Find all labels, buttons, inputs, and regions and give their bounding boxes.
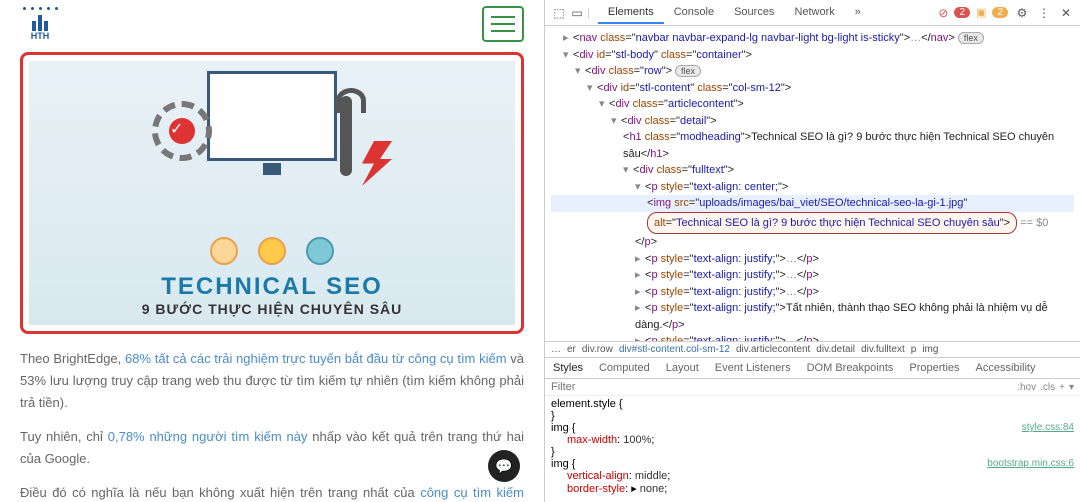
tab-listeners[interactable]: Event Listeners (707, 358, 799, 378)
hero-subtitle: 9 BƯỚC THỰC HIỆN CHUYÊN SÂU (142, 301, 403, 317)
breadcrumb[interactable]: … er div.row div#stl-content.col-sm-12 d… (545, 341, 1080, 357)
chat-button[interactable]: 💬 (488, 450, 520, 482)
tab-layout[interactable]: Layout (658, 358, 707, 378)
logo-text: HTH (31, 31, 50, 41)
tab-accessibility[interactable]: Accessibility (968, 358, 1044, 378)
tab-elements[interactable]: Elements (598, 2, 664, 24)
inspect-icon[interactable]: ⬚ (551, 5, 567, 21)
more-icon[interactable]: ⋮ (1036, 5, 1052, 21)
tab-sources[interactable]: Sources (724, 2, 784, 24)
tab-computed[interactable]: Computed (591, 358, 658, 378)
gear-icon[interactable]: ⚙ (1014, 5, 1030, 21)
tab-network[interactable]: Network (784, 2, 844, 24)
tab-more[interactable]: » (845, 2, 871, 24)
link-brightedge[interactable]: 68% tất cả các trải nghiệm trực tuyến bắ… (125, 351, 507, 366)
error-count[interactable]: 2 (954, 7, 970, 18)
logo[interactable]: HTH (20, 7, 60, 41)
tab-properties[interactable]: Properties (901, 358, 967, 378)
cls-toggle[interactable]: .cls (1040, 382, 1055, 393)
site-header: HTH (20, 0, 524, 48)
add-rule-icon[interactable]: + (1059, 382, 1065, 393)
warning-icon[interactable]: ▣ (976, 6, 986, 19)
selected-element[interactable]: <img src="uploads/images/bai_viet/SEO/te… (551, 195, 1074, 212)
styles-panel: Styles Computed Layout Event Listeners D… (545, 357, 1080, 502)
device-icon[interactable]: ▭ (569, 5, 585, 21)
tab-styles[interactable]: Styles (545, 358, 591, 378)
tab-breakpoints[interactable]: DOM Breakpoints (799, 358, 902, 378)
elements-tree[interactable]: ▸<nav class="navbar navbar-expand-lg nav… (545, 26, 1080, 341)
devtools-topbar: ⬚ ▭ | Elements Console Sources Network »… (545, 0, 1080, 26)
hov-toggle[interactable]: :hov (1017, 382, 1036, 393)
article-content: Theo BrightEdge, 68% tất cả các trải ngh… (20, 348, 524, 502)
close-icon[interactable]: ✕ (1058, 5, 1074, 21)
hero-image: ✓ TECHNICAL SEO 9 BƯỚC THỰC HIỆN CHUYÊN … (20, 52, 524, 334)
hero-title: TECHNICAL SEO (161, 273, 383, 301)
styles-more-icon[interactable]: ▾ (1069, 382, 1074, 393)
devtools-panel: ⬚ ▭ | Elements Console Sources Network »… (545, 0, 1080, 502)
menu-button[interactable] (482, 6, 524, 42)
error-icon[interactable]: ⊘ (938, 6, 948, 20)
link-search-stat[interactable]: 0,78% những người tìm kiếm này (108, 429, 308, 444)
tab-console[interactable]: Console (664, 2, 724, 24)
warning-count[interactable]: 2 (992, 7, 1008, 18)
filter-input[interactable] (551, 381, 1017, 393)
